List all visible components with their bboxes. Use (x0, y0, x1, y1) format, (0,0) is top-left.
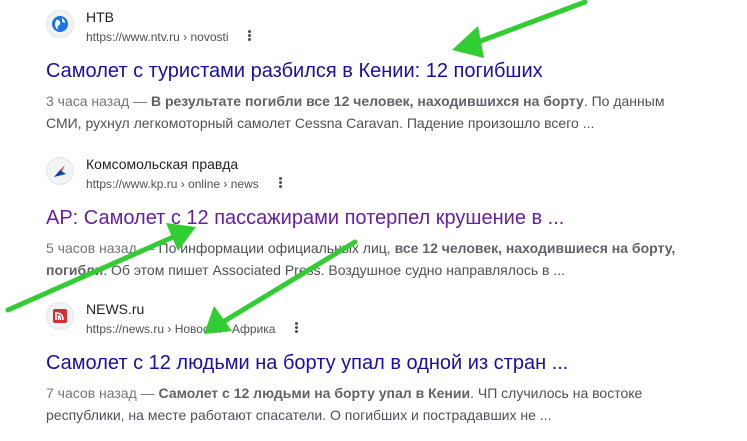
globe-icon (46, 10, 74, 38)
result-title-link[interactable]: Самолет с 12 людьми на борту упал в одно… (46, 350, 706, 376)
search-result-1: НТВ https://www.ntv.ru › novosti Самолет… (46, 6, 706, 134)
site-url: https://www.ntv.ru › novosti (86, 29, 258, 44)
kp-logo-icon (46, 157, 74, 185)
more-vert-icon[interactable] (242, 29, 258, 43)
more-vert-icon[interactable] (272, 176, 288, 190)
url-host: https://www.kp.ru (86, 177, 178, 191)
result-source[interactable]: НТВ https://www.ntv.ru › novosti (46, 6, 706, 50)
snippet-text-lead: По информации официальных лиц, (158, 240, 395, 256)
result-source[interactable]: Комсомольская правда https://www.kp.ru ›… (46, 153, 706, 197)
search-result-3: NEWS.ru https://news.ru › Новости › Афри… (46, 298, 706, 426)
url-host: https://news.ru (86, 322, 165, 336)
snippet-text: . Об этом пишет Associated Press. Воздуш… (103, 262, 566, 278)
result-snippet: 3 часа назад — В результате погибли все … (46, 90, 686, 134)
snippet-highlight: В результате погибли все 12 человек, нах… (150, 93, 584, 109)
result-snippet: 5 часов назад — По информации официальны… (46, 237, 686, 281)
result-date: 7 часов назад — (46, 385, 159, 401)
site-url: https://www.kp.ru › online › news (86, 176, 288, 191)
search-result-2: Комсомольская правда https://www.kp.ru ›… (46, 153, 706, 281)
site-name: NEWS.ru (86, 301, 145, 317)
snippet-highlight: Самолет с 12 людьми на борту упал в Кени… (158, 385, 471, 401)
result-source[interactable]: NEWS.ru https://news.ru › Новости › Афри… (46, 298, 706, 342)
result-date: 3 часа назад — (46, 93, 151, 109)
result-title-link[interactable]: Самолет с туристами разбился в Кении: 12… (46, 58, 706, 84)
news-ru-logo-icon (46, 302, 74, 330)
more-vert-icon[interactable] (289, 321, 305, 335)
url-breadcrumb: › novosti (183, 30, 229, 44)
result-date: 5 часов назад — (46, 240, 159, 256)
site-name: Комсомольская правда (86, 156, 239, 172)
url-host: https://www.ntv.ru (86, 30, 180, 44)
site-url: https://news.ru › Новости › Африка (86, 321, 305, 336)
site-name: НТВ (86, 9, 114, 25)
url-breadcrumb: › online › news (180, 177, 259, 191)
result-snippet: 7 часов назад — Самолет с 12 людьми на б… (46, 382, 686, 426)
result-title-link[interactable]: AP: Самолет с 12 пассажирами потерпел кр… (46, 205, 706, 231)
url-breadcrumb: › Новости › Африка (167, 322, 276, 336)
